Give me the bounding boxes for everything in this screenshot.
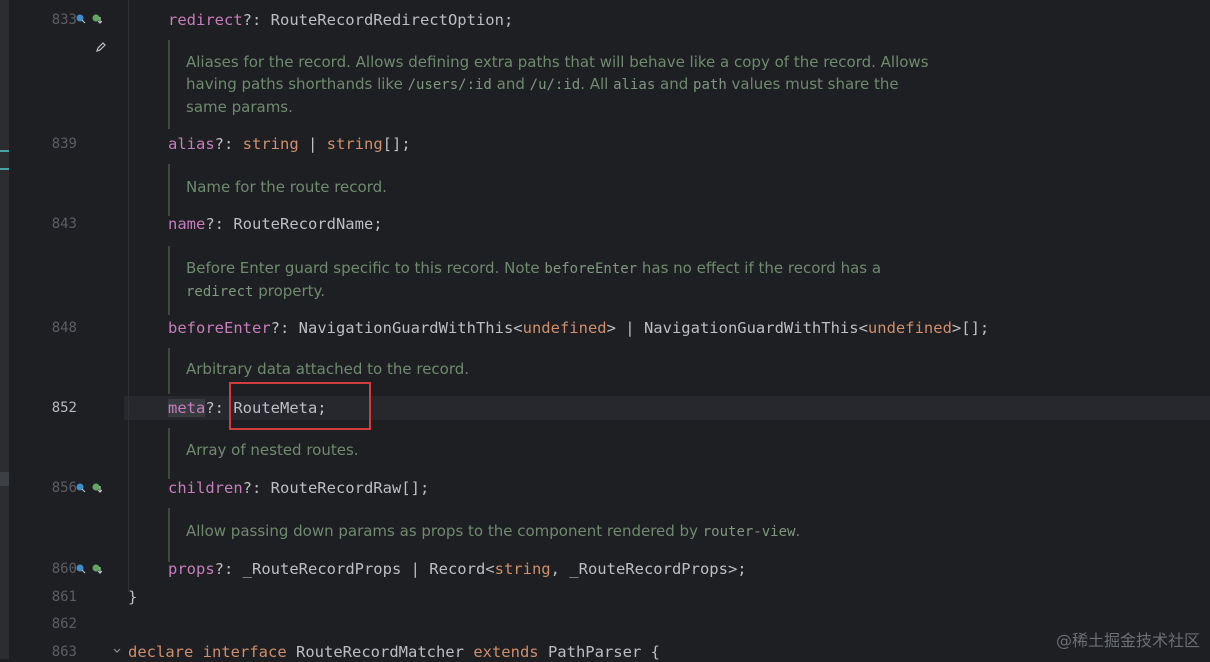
property-name: redirect <box>168 11 243 29</box>
type-keyword: undefined <box>523 319 607 337</box>
line-number-gutter: 833 839 843 848 852 856 860 861 862 863 <box>9 0 124 659</box>
doc-code: router-view <box>703 524 796 540</box>
implements-icon[interactable] <box>92 564 102 574</box>
type-keyword: string <box>495 560 551 578</box>
property-name: meta <box>168 399 205 417</box>
doc-text: Name for the route record. <box>186 176 387 198</box>
interface-name: RouteRecordMatcher <box>287 643 474 661</box>
code-punct: PathParser { <box>539 643 660 661</box>
doc-text: having paths shorthands like <box>186 75 408 93</box>
code-line-860[interactable]: props?: _RouteRecordProps | Record<strin… <box>168 559 747 579</box>
line-number: 852 <box>31 400 77 416</box>
code-line-848[interactable]: beforeEnter?: NavigationGuardWithThis<un… <box>168 318 989 338</box>
code-line-833[interactable]: redirect?: RouteRecordRedirectOption; <box>168 10 513 30</box>
doc-code: /users/:id <box>408 77 492 93</box>
line-number: 843 <box>31 216 77 232</box>
code-line-856[interactable]: children?: RouteRecordRaw[]; <box>168 478 429 498</box>
watermark: @稀土掘金技术社区 <box>1056 627 1200 651</box>
closing-brace: } <box>128 588 137 606</box>
doc-text: and <box>492 75 530 93</box>
code-punct: []; <box>383 135 411 153</box>
left-tool-strip <box>0 0 9 659</box>
doc-code: alias <box>613 77 655 93</box>
property-name: beforeEnter <box>168 319 271 337</box>
line-number: 861 <box>31 589 77 605</box>
code-line-861[interactable]: } <box>128 587 137 607</box>
doc-text: has no effect if the record has a <box>637 259 881 277</box>
code-punct: ?: NavigationGuardWithThis< <box>271 319 523 337</box>
indent-guide <box>128 0 129 592</box>
type-keyword: string <box>327 135 383 153</box>
doc-text: Arbitrary data attached to the record. <box>186 358 469 380</box>
code-line-839[interactable]: alias?: string | string[]; <box>168 134 411 154</box>
line-number: 856 <box>31 480 77 496</box>
doc-text: Aliases for the record. Allows defining … <box>186 53 929 71</box>
property-name: props <box>168 560 215 578</box>
strip-marker <box>0 150 9 152</box>
keyword: interface <box>203 643 287 661</box>
keyword: extends <box>473 643 538 661</box>
doc-text: . All <box>580 75 613 93</box>
property-name: name <box>168 215 205 233</box>
line-number: 862 <box>31 616 77 632</box>
type-keyword: undefined <box>868 319 952 337</box>
doc-text: and <box>655 75 693 93</box>
doc-text: same params. <box>186 98 293 116</box>
line-number: 860 <box>31 561 77 577</box>
line-number: 863 <box>31 644 77 660</box>
doc-comment: Name for the route record. <box>168 164 387 216</box>
code-punct: > | NavigationGuardWithThis< <box>607 319 868 337</box>
line-number: 848 <box>31 320 77 336</box>
type-annotation: ?: RouteRecordRaw[]; <box>243 479 430 497</box>
code-line-843[interactable]: name?: RouteRecordName; <box>168 214 383 234</box>
doc-code: /u/:id <box>530 77 581 93</box>
type-annotation: ?: RouteRecordRedirectOption; <box>243 11 514 29</box>
code-punct: >[]; <box>952 319 989 337</box>
code-punct: ?: _RouteRecordProps | Record< <box>215 560 495 578</box>
doc-text: property. <box>253 282 325 300</box>
doc-comment: Allow passing down params as props to th… <box>168 508 800 562</box>
code-line-863[interactable]: declare interface RouteRecordMatcher ext… <box>128 642 660 662</box>
annotation-highlight-box <box>229 382 371 430</box>
doc-text: Allow passing down params as props to th… <box>186 522 703 540</box>
code-punct: ?: <box>215 135 243 153</box>
implements-icon[interactable] <box>92 483 102 493</box>
doc-text: values must share the <box>727 75 899 93</box>
doc-comment: Before Enter guard specific to this reco… <box>168 246 881 315</box>
strip-marker <box>0 472 9 486</box>
overrides-method-icon[interactable] <box>76 564 86 574</box>
doc-text: . <box>795 522 800 540</box>
type-keyword: string <box>243 135 299 153</box>
type-annotation: ?: RouteRecordName; <box>205 215 382 233</box>
implements-icon[interactable] <box>92 14 102 24</box>
code-punct: , _RouteRecordProps>; <box>551 560 747 578</box>
line-number: 833 <box>31 12 77 28</box>
keyword: declare <box>128 643 193 661</box>
overrides-method-icon[interactable] <box>76 14 86 24</box>
fold-chevron-icon[interactable] <box>112 646 122 656</box>
edit-pencil-icon[interactable] <box>95 41 107 53</box>
code-punct: | <box>299 135 327 153</box>
doc-comment: Aliases for the record. Allows defining … <box>168 40 929 129</box>
overrides-method-icon[interactable] <box>76 483 86 493</box>
doc-code: path <box>693 77 727 93</box>
line-number: 839 <box>31 136 77 152</box>
doc-comment: Array of nested routes. <box>168 428 359 479</box>
doc-text: Array of nested routes. <box>186 439 359 461</box>
doc-text: Before Enter guard specific to this reco… <box>186 259 544 277</box>
property-name: children <box>168 479 243 497</box>
strip-marker <box>0 168 9 170</box>
property-name: alias <box>168 135 215 153</box>
doc-code: redirect <box>186 284 253 300</box>
doc-code: beforeEnter <box>544 261 637 277</box>
